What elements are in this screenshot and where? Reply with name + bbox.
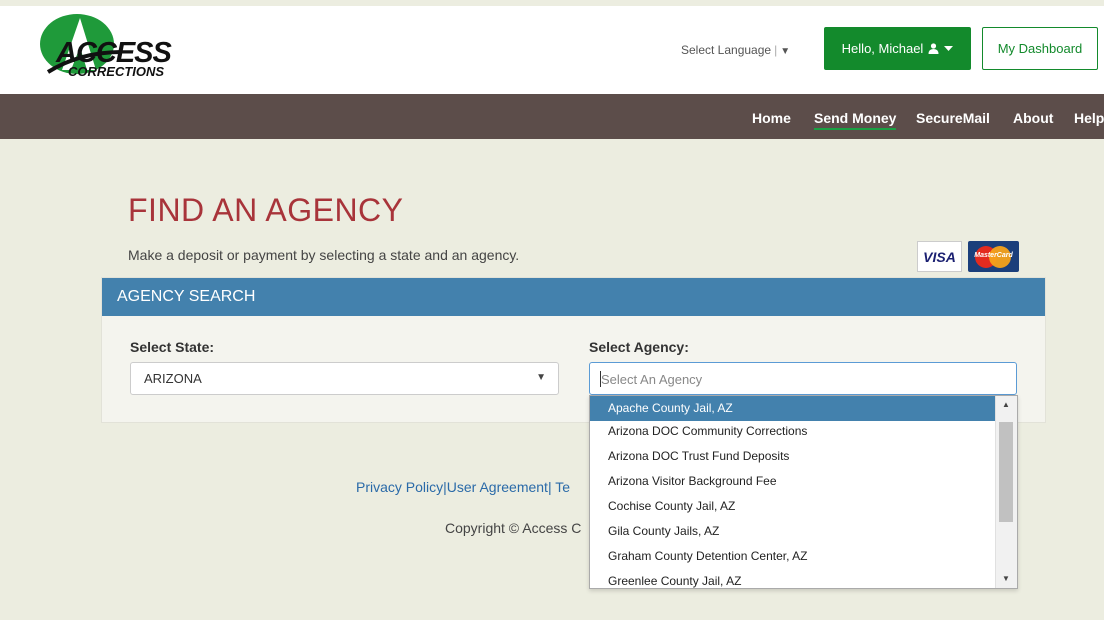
agency-option[interactable]: Gila County Jails, AZ <box>590 519 996 544</box>
top-header: ACCESS CORRECTIONS Select Language | ▼ Hel… <box>0 6 1104 94</box>
mastercard-label: MasterCard <box>974 252 1013 259</box>
state-select[interactable]: ARIZONA ▼ <box>130 362 559 395</box>
nav-send-money[interactable]: Send Money <box>814 110 897 130</box>
nav-about[interactable]: About <box>1013 110 1053 126</box>
terms-link[interactable]: Te <box>552 479 570 495</box>
language-label: Select Language <box>681 43 772 57</box>
language-dropdown-icon: ▼ <box>780 46 791 57</box>
panel-title: AGENCY SEARCH <box>102 278 1045 316</box>
agency-option[interactable]: Arizona Visitor Background Fee <box>590 469 996 494</box>
user-greeting: Hello, Michael <box>841 41 924 56</box>
state-label: Select State: <box>130 339 215 355</box>
agency-option[interactable]: Arizona DOC Community Corrections <box>590 419 996 444</box>
agency-option[interactable]: Graham County Detention Center, AZ <box>590 544 996 569</box>
nav-help[interactable]: Help <box>1074 110 1104 126</box>
scrollbar-thumb[interactable] <box>999 422 1013 522</box>
agency-placeholder: Select An Agency <box>601 372 703 387</box>
footer-links: Privacy Policy|User Agreement| Te <box>356 479 570 495</box>
scroll-down-icon[interactable]: ▼ <box>996 570 1016 588</box>
agency-option[interactable]: Greenlee County Jail, AZ <box>590 569 996 588</box>
logo-wordmark-corrections: CORRECTIONS <box>68 64 165 79</box>
scroll-up-icon[interactable]: ▲ <box>996 396 1016 414</box>
chevron-down-icon: ▼ <box>536 372 546 383</box>
agency-option[interactable]: Apache County Jail, AZ <box>590 396 996 421</box>
agency-option[interactable]: Arizona DOC Trust Fund Deposits <box>590 444 996 469</box>
privacy-policy-link[interactable]: Privacy Policy <box>356 479 443 495</box>
access-corrections-logo[interactable]: ACCESS CORRECTIONS <box>40 12 200 84</box>
state-value: ARIZONA <box>144 371 202 386</box>
agency-dropdown-list[interactable]: Apache County Jail, AZ Arizona DOC Commu… <box>589 395 1018 589</box>
visa-logo: VISA <box>917 241 962 272</box>
copyright-text: Copyright © Access C <box>445 520 582 536</box>
main-nav: Home Send Money SecureMail About Help <box>0 94 1104 139</box>
caret-down-icon <box>944 45 954 51</box>
language-separator: | <box>774 43 778 57</box>
language-selector[interactable]: Select Language | ▼ <box>681 43 790 57</box>
nav-securemail[interactable]: SecureMail <box>916 110 990 126</box>
user-icon <box>928 43 939 54</box>
user-agreement-link[interactable]: User Agreement <box>447 479 548 495</box>
agency-label: Select Agency: <box>589 339 689 355</box>
agency-search-input[interactable]: Select An Agency <box>589 362 1017 395</box>
agency-option[interactable]: Cochise County Jail, AZ <box>590 494 996 519</box>
user-menu-button[interactable]: Hello, Michael <box>824 27 971 70</box>
page-title: FIND AN AGENCY <box>128 192 404 228</box>
nav-home[interactable]: Home <box>752 110 791 126</box>
page-subtitle: Make a deposit or payment by selecting a… <box>128 247 520 263</box>
mastercard-logo: MasterCard <box>968 241 1019 272</box>
my-dashboard-button[interactable]: My Dashboard <box>982 27 1098 70</box>
dropdown-scrollbar[interactable]: ▲ ▼ <box>995 396 1017 588</box>
